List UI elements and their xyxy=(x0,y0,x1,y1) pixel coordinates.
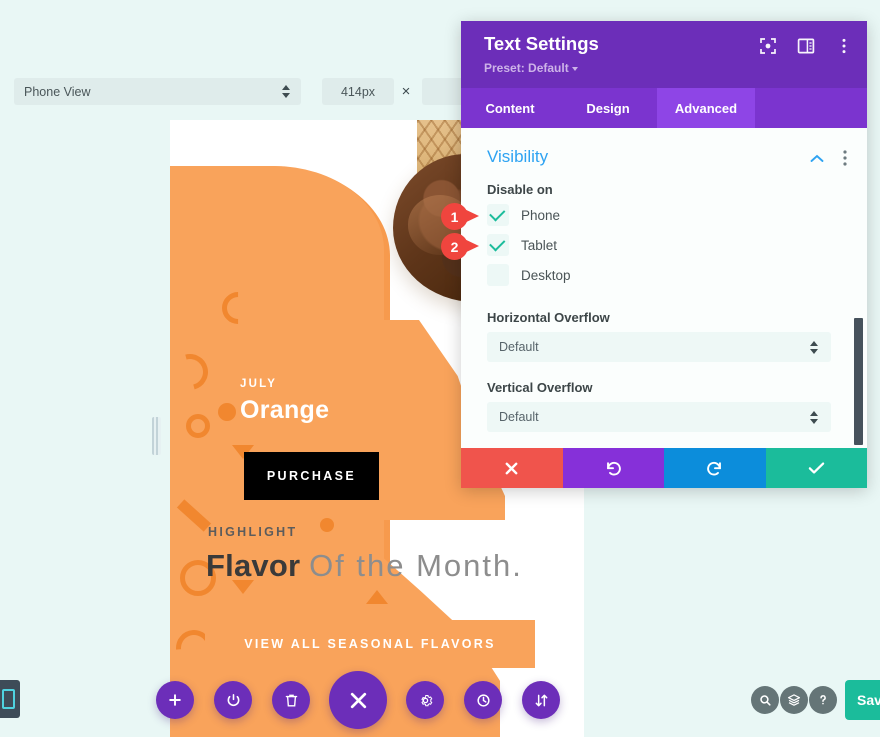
preview-purchase-button[interactable]: PURCHASE xyxy=(244,452,379,500)
pin-number: 2 xyxy=(450,238,459,255)
chevron-up-icon[interactable] xyxy=(810,154,824,162)
modal-body: Visibility Disable on Phone Tablet Deskt… xyxy=(461,128,867,448)
checkbox-label-phone: Phone xyxy=(521,207,561,223)
vertical-overflow-label: Vertical Overflow xyxy=(487,380,593,395)
help-button[interactable] xyxy=(809,686,837,714)
vertical-overflow-value: Default xyxy=(499,410,539,424)
preview-headline: Flavor Of the Month. xyxy=(206,548,523,584)
close-builder-button[interactable] xyxy=(329,671,387,729)
canvas-resize-handle[interactable] xyxy=(152,417,161,455)
tab-design[interactable]: Design xyxy=(559,88,657,128)
dimension-separator: × xyxy=(401,82,411,100)
sort-arrows-button[interactable] xyxy=(522,681,560,719)
vertical-overflow-select[interactable]: Default xyxy=(487,402,831,432)
settings-gear-button[interactable] xyxy=(406,681,444,719)
history-clock-button[interactable] xyxy=(464,681,502,719)
checkbox-label-tablet: Tablet xyxy=(521,237,558,253)
pin-number: 1 xyxy=(450,208,459,225)
stepper-icon xyxy=(282,84,291,99)
layers-button[interactable] xyxy=(780,686,808,714)
chevron-down-icon xyxy=(571,66,578,71)
modal-footer xyxy=(461,448,867,488)
add-module-button[interactable] xyxy=(156,681,194,719)
save-button-label: Save xyxy=(857,692,880,708)
horizontal-overflow-value: Default xyxy=(499,340,539,354)
layout-panel-icon[interactable] xyxy=(797,37,815,55)
focus-target-icon[interactable] xyxy=(759,37,777,55)
view-mode-value: Phone View xyxy=(24,84,91,99)
search-button[interactable] xyxy=(751,686,779,714)
modal-header: Text Settings Preset: Default xyxy=(461,21,867,88)
redo-button[interactable] xyxy=(664,448,766,488)
app-root: Phone View 414px × JULY Orange PURCHASE … xyxy=(0,0,880,737)
page-settings-tab[interactable] xyxy=(0,680,20,718)
modal-scrollbar[interactable] xyxy=(854,318,863,445)
tab-advanced[interactable]: Advanced xyxy=(657,88,755,128)
decor-triangle xyxy=(366,590,388,604)
checkbox-tablet[interactable] xyxy=(487,234,509,256)
viewport-width-input[interactable]: 414px xyxy=(322,78,394,105)
preview-eyebrow: JULY xyxy=(240,378,278,390)
stepper-icon xyxy=(810,340,819,355)
preset-selector[interactable]: Preset: Default xyxy=(484,61,578,75)
page-icon xyxy=(2,689,15,709)
preview-headline-strong: Flavor xyxy=(206,548,301,583)
checkbox-row-desktop[interactable]: Desktop xyxy=(487,264,571,286)
annotation-pin-1: 1 xyxy=(441,203,481,230)
wireframe-toggle-button[interactable] xyxy=(214,681,252,719)
stepper-icon xyxy=(810,410,819,425)
horizontal-overflow-label: Horizontal Overflow xyxy=(487,310,610,325)
modal-tabs: Content Design Advanced xyxy=(461,88,867,128)
horizontal-overflow-select[interactable]: Default xyxy=(487,332,831,362)
preview-highlight-label: HIGHLIGHT xyxy=(208,525,298,539)
tab-content[interactable]: Content xyxy=(461,88,559,128)
vertical-dots-icon[interactable] xyxy=(835,37,853,55)
modal-title: Text Settings xyxy=(484,33,599,54)
checkbox-desktop[interactable] xyxy=(487,264,509,286)
cancel-button[interactable] xyxy=(461,448,563,488)
preview-headline-rest: Of the Month. xyxy=(309,548,523,583)
save-settings-button[interactable] xyxy=(765,448,867,488)
viewport-width-value: 414px xyxy=(340,84,376,99)
section-title-visibility: Visibility xyxy=(487,147,549,166)
checkbox-phone[interactable] xyxy=(487,204,509,226)
section-more-icon[interactable] xyxy=(843,150,847,166)
decor-dot xyxy=(218,403,236,421)
checkbox-row-tablet[interactable]: Tablet xyxy=(487,234,557,256)
tab-bar-filler xyxy=(755,88,867,128)
undo-button[interactable] xyxy=(562,448,664,488)
decor-ring xyxy=(186,414,210,438)
preset-label: Preset: Default xyxy=(484,61,569,75)
preview-product-title: Orange xyxy=(240,396,330,424)
checkbox-label-desktop: Desktop xyxy=(521,267,571,283)
checkbox-row-phone[interactable]: Phone xyxy=(487,204,560,226)
disable-on-label: Disable on xyxy=(487,182,553,197)
decor-dot xyxy=(320,518,334,532)
annotation-pin-2: 2 xyxy=(441,233,481,260)
preview-cta-button[interactable]: VIEW ALL SEASONAL FLAVORS xyxy=(205,620,535,668)
save-button[interactable]: Save xyxy=(845,680,880,720)
delete-button[interactable] xyxy=(272,681,310,719)
checkmark-icon xyxy=(489,204,506,222)
view-mode-select[interactable]: Phone View xyxy=(14,78,301,105)
modal-header-actions xyxy=(759,37,853,55)
checkmark-icon xyxy=(489,234,506,252)
text-settings-modal: Text Settings Preset: Default Content De… xyxy=(461,21,867,488)
